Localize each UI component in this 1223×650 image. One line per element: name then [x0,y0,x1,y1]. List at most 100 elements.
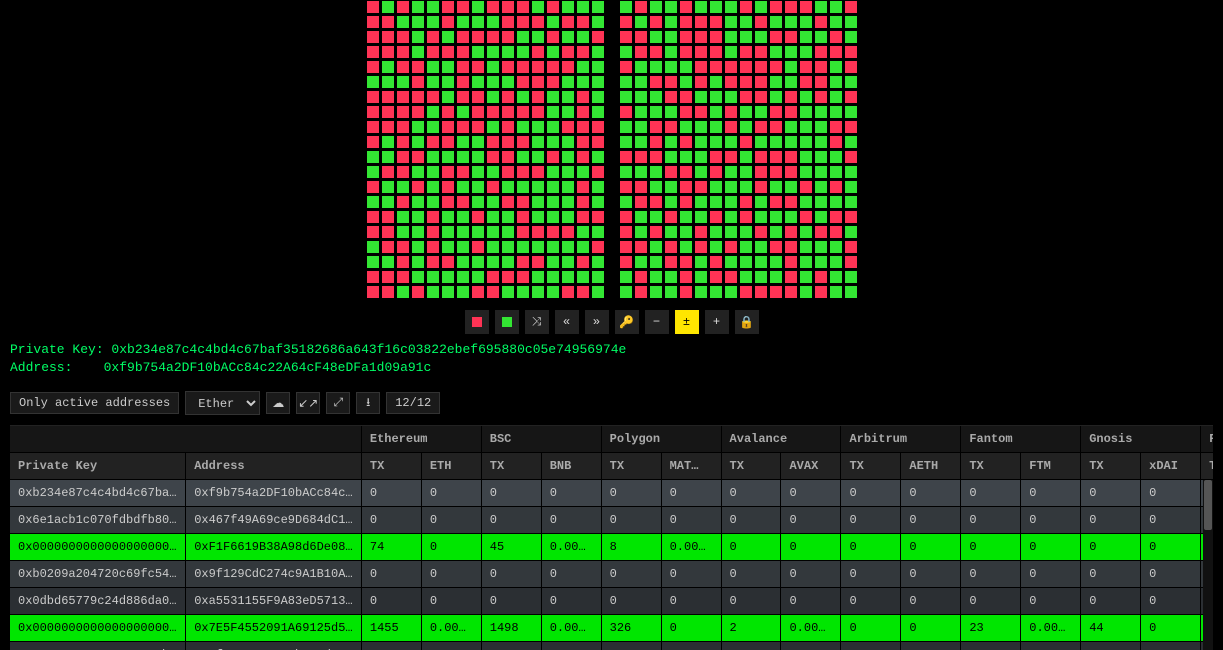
bit-cell[interactable] [411,210,425,224]
bit-cell[interactable] [739,225,753,239]
bit-cell[interactable] [516,75,530,89]
bit-cell[interactable] [664,90,678,104]
bit-cell[interactable] [591,75,605,89]
bit-cell[interactable] [426,225,440,239]
bit-cell[interactable] [501,135,515,149]
bit-cell[interactable] [694,135,708,149]
bit-cell[interactable] [814,45,828,59]
bit-cell[interactable] [471,195,485,209]
bit-cell[interactable] [591,0,605,14]
bit-cell[interactable] [634,60,648,74]
bit-cell[interactable] [694,165,708,179]
bit-cell[interactable] [634,285,648,299]
bit-cell[interactable] [576,0,590,14]
bit-cell[interactable] [664,0,678,14]
bit-cell[interactable] [591,165,605,179]
bit-cell[interactable] [679,60,693,74]
bit-cell[interactable] [471,285,485,299]
bit-cell[interactable] [441,120,455,134]
bit-cell[interactable] [769,180,783,194]
bit-cell[interactable] [694,120,708,134]
bit-cell[interactable] [649,270,663,284]
bit-cell[interactable] [844,60,858,74]
bit-cell[interactable] [739,195,753,209]
bit-cell[interactable] [591,105,605,119]
bit-cell[interactable] [576,195,590,209]
bit-cell[interactable] [381,135,395,149]
bit-cell[interactable] [829,180,843,194]
bit-cell[interactable] [679,150,693,164]
bit-cell[interactable] [591,15,605,29]
bit-cell[interactable] [844,285,858,299]
bit-cell[interactable] [456,255,470,269]
bit-cell[interactable] [441,0,455,14]
bit-cell[interactable] [456,105,470,119]
bit-cell[interactable] [754,285,768,299]
column-header[interactable]: TX [721,453,781,480]
bit-cell[interactable] [844,195,858,209]
bit-cell[interactable] [619,225,633,239]
bit-cell[interactable] [486,30,500,44]
bit-cell[interactable] [531,285,545,299]
bit-cell[interactable] [501,225,515,239]
bit-cell[interactable] [664,30,678,44]
bit-cell[interactable] [724,120,738,134]
bit-cell[interactable] [591,150,605,164]
bit-cell[interactable] [814,75,828,89]
bit-cell[interactable] [664,225,678,239]
bit-cell[interactable] [516,135,530,149]
bit-cell[interactable] [829,225,843,239]
bit-cell[interactable] [426,270,440,284]
bit-cell[interactable] [576,180,590,194]
column-header[interactable]: BNB [541,453,601,480]
bit-cell[interactable] [576,150,590,164]
bit-cell[interactable] [471,90,485,104]
bit-cell[interactable] [739,240,753,254]
bit-cell[interactable] [396,285,410,299]
bit-cell[interactable] [844,225,858,239]
bit-cell[interactable] [649,165,663,179]
bit-cell[interactable] [396,75,410,89]
bit-cell[interactable] [471,225,485,239]
bit-cell[interactable] [754,150,768,164]
bit-cell[interactable] [739,255,753,269]
bit-cell[interactable] [679,75,693,89]
bit-cell[interactable] [829,0,843,14]
bit-cell[interactable] [546,195,560,209]
bit-cell[interactable] [501,60,515,74]
bit-cell[interactable] [576,120,590,134]
bit-cell[interactable] [829,270,843,284]
bit-cell[interactable] [501,90,515,104]
bit-cell[interactable] [411,240,425,254]
bit-cell[interactable] [619,45,633,59]
bit-cell[interactable] [739,90,753,104]
bit-cell[interactable] [546,45,560,59]
bit-cell[interactable] [546,180,560,194]
bit-cell[interactable] [501,270,515,284]
bit-cell[interactable] [456,45,470,59]
compress-button[interactable]: ↙↗ [296,392,320,414]
bit-cell[interactable] [546,60,560,74]
bit-cell[interactable] [531,0,545,14]
bit-cell[interactable] [619,75,633,89]
bit-cell[interactable] [649,0,663,14]
bit-cell[interactable] [546,30,560,44]
bit-cell[interactable] [754,45,768,59]
bit-cell[interactable] [471,15,485,29]
key-button[interactable]: 🔑 [614,309,640,335]
bit-cell[interactable] [814,150,828,164]
bit-cell[interactable] [739,0,753,14]
bit-cell[interactable] [576,15,590,29]
bit-cell[interactable] [501,165,515,179]
bit-cell[interactable] [694,255,708,269]
bit-panel[interactable] [619,0,858,299]
bit-cell[interactable] [799,165,813,179]
bit-cell[interactable] [769,135,783,149]
bit-cell[interactable] [486,270,500,284]
column-header[interactable]: AETH [901,453,961,480]
bit-cell[interactable] [396,105,410,119]
bit-cell[interactable] [396,180,410,194]
bit-cell[interactable] [561,90,575,104]
bit-cell[interactable] [769,30,783,44]
bit-cell[interactable] [531,30,545,44]
